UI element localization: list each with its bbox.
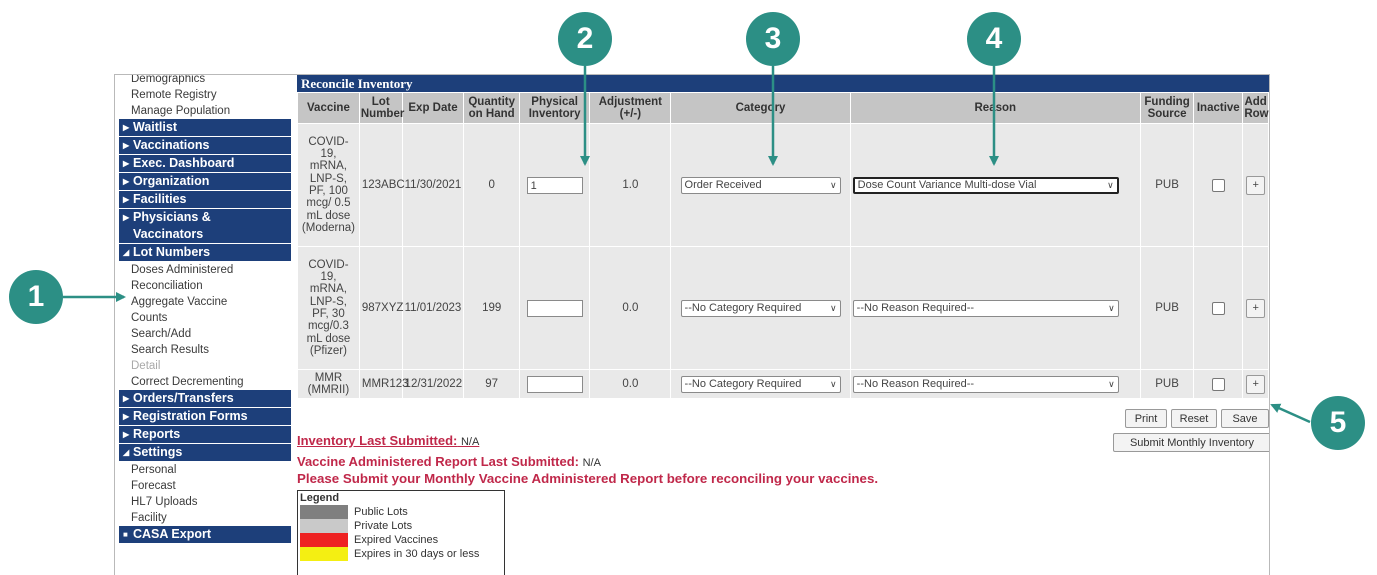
arrow-5 (1270, 403, 1311, 424)
callout-5-badge: 5 (1311, 396, 1365, 450)
callout-3-badge: 3 (746, 12, 800, 66)
callout-2-badge: 2 (558, 12, 612, 66)
callout-1-badge: 1 (9, 270, 63, 324)
callout-4-badge: 4 (967, 12, 1021, 66)
annotation-arrows (63, 66, 1311, 424)
